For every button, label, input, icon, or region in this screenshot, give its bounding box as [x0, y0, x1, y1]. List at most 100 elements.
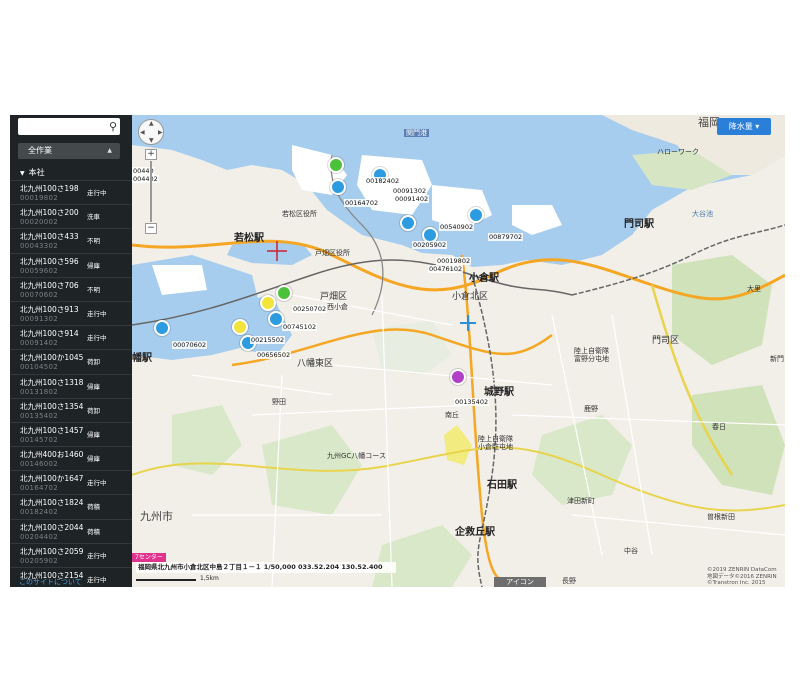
vehicle-id-label: 00164702	[344, 199, 380, 207]
vehicle-marker[interactable]	[328, 157, 344, 173]
place-label-noda: 野田	[272, 398, 286, 406]
vehicle-id-label: 00656502	[256, 351, 292, 359]
vehicle-status: 荷積	[87, 503, 100, 512]
vehicle-sidebar: ⚲ 全作業 ▲ ▼ 本社 北九州100さ198 00019802 走行中 北九州100さ…	[10, 115, 132, 587]
place-label-otaniike: 大谷池	[692, 210, 713, 218]
vehicle-marker[interactable]	[154, 320, 170, 336]
vehicle-status: 走行中	[87, 551, 107, 560]
vehicle-list-item[interactable]: 北九州100さ1457 00145702 帰庫	[10, 421, 132, 446]
place-label-mojiku-ward: 門司区	[652, 336, 680, 346]
vehicle-list-item[interactable]: 北九州100さ433 00043302 不明	[10, 228, 132, 252]
vehicle-id-label: 00215502	[250, 336, 286, 344]
vehicle-status: 荷卸	[87, 358, 100, 367]
vehicle-list-item[interactable]: 北九州100さ596 00059602 帰庫	[10, 252, 132, 277]
vehicle-list-item[interactable]: 北九州100さ914 00091402 走行中	[10, 325, 132, 349]
group-label: 本社	[28, 168, 45, 177]
zoom-slider[interactable]	[150, 161, 152, 222]
vehicle-id-label: 00250702	[292, 305, 328, 313]
search-icon[interactable]: ⚲	[109, 119, 117, 134]
place-label-tobata-ward-office: 戸畑区役所	[315, 249, 350, 257]
vehicle-code: 00164702	[20, 484, 59, 493]
vehicle-status: 帰庫	[87, 261, 100, 270]
vehicle-marker[interactable]	[400, 215, 416, 231]
place-label-shinmoji: 新門	[770, 355, 784, 363]
place-label-wakamatsu-station: 若松駅	[234, 233, 264, 244]
about-site-link[interactable]: このサイトについて	[19, 577, 82, 587]
place-label-kano: 鹿野	[584, 405, 598, 413]
vehicle-name: 北九州400お1460	[20, 450, 84, 460]
place-label-yahatahigashi-ward: 八幡東区	[297, 359, 334, 369]
search-input[interactable]: ⚲	[18, 118, 120, 135]
pan-right-icon[interactable]: ▶	[158, 129, 163, 136]
vehicle-marker[interactable]	[260, 295, 276, 311]
place-label-kokura-camp: 陸上自衛隊 小倉駐屯地	[478, 435, 513, 451]
vehicle-list-item[interactable]: 北九州100さ1318 00131802 帰庫	[10, 373, 132, 398]
pan-left-icon[interactable]: ◀	[140, 129, 145, 136]
vehicle-list-item[interactable]: 北九州100さ200 00020002 洗車	[10, 204, 132, 228]
place-label-kitakyushu-city: 九州市	[140, 510, 173, 523]
zoom-in-button[interactable]: +	[145, 149, 157, 160]
vehicle-code: 00146002	[20, 460, 59, 469]
vehicle-list-item[interactable]: 北九州100さ1824 00182402 荷積	[10, 494, 132, 518]
vehicle-status: 走行中	[87, 334, 107, 343]
vehicle-name: 北九州100さ706	[20, 280, 79, 290]
vehicle-id-label: 00879702	[488, 233, 524, 241]
vehicle-list-item[interactable]: 北九州100さ1354 00135402 荷卸	[10, 397, 132, 422]
place-label-kyushu-gc: 九州GC八幡コース	[327, 452, 386, 460]
map-canvas	[132, 115, 785, 587]
place-label-tobata-ward: 戸畑区	[320, 292, 348, 302]
vehicle-id-label: 00476102	[428, 265, 464, 273]
place-label-sone: 曽根新田	[707, 513, 735, 521]
place-label-wakamatsu-ward-office: 若松区役所	[282, 210, 317, 218]
vehicle-id-label: 00205902	[412, 241, 448, 249]
center-tag: 7センター	[132, 553, 166, 562]
place-label-moji-port: 関門港	[404, 129, 429, 137]
vehicle-list-item[interactable]: 北九州400お1460 00146002 帰庫	[10, 446, 132, 470]
pan-up-icon[interactable]: ▲	[149, 120, 154, 127]
pan-control[interactable]: ▲ ▼ ◀ ▶	[138, 119, 164, 145]
vehicle-list-item[interactable]: 北九州100か1045 00104502 荷卸	[10, 349, 132, 373]
map-view[interactable]: 福岡 関門港 ハローワーク 門司駅 若松駅 若松区役所 小倉駅 戸畑区役所 戸畑…	[132, 115, 785, 587]
vehicle-name: 北九州100さ1354	[20, 401, 84, 411]
vehicle-list-item[interactable]: 北九州100さ2059 00205902 走行中	[10, 542, 132, 567]
pan-down-icon[interactable]: ▼	[149, 137, 154, 144]
chevron-down-icon: ▼	[20, 170, 25, 177]
app-window: ⚲ 全作業 ▲ ▼ 本社 北九州100さ198 00019802 走行中 北九州100さ…	[10, 115, 785, 587]
vehicle-name: 北九州100さ200	[20, 208, 79, 218]
vehicle-marker[interactable]	[330, 179, 346, 195]
vehicle-list-item[interactable]: 北九州100さ2044 00204402 荷積	[10, 518, 132, 543]
vehicle-status: 洗車	[87, 213, 100, 222]
work-filter-select[interactable]: 全作業 ▲	[18, 143, 120, 159]
zoom-out-button[interactable]: −	[145, 223, 157, 234]
vehicle-list-item[interactable]: 北九州100さ198 00019802 走行中	[10, 180, 132, 204]
vehicle-name: 北九州100か1647	[20, 474, 84, 484]
vehicle-code: 00135402	[20, 411, 59, 420]
place-label-ishida-station: 石田駅	[487, 480, 517, 491]
precipitation-dropdown[interactable]: 降水量 ▾	[717, 118, 771, 135]
vehicle-list-item[interactable]: 北九州100さ913 00091302 走行中	[10, 300, 132, 325]
place-label-minamigaoka: 南丘	[445, 411, 459, 419]
vehicle-marker[interactable]	[450, 369, 466, 385]
vehicle-code: 00020002	[20, 218, 59, 227]
vehicle-name: 北九州100さ1457	[20, 425, 84, 435]
vehicle-list-item[interactable]: 北九州100か1647 00164702 走行中	[10, 470, 132, 494]
vehicle-name: 北九州100さ914	[20, 329, 79, 339]
vehicle-marker[interactable]	[276, 285, 292, 301]
vehicle-name: 北九州100さ433	[20, 232, 79, 242]
vehicle-id-label: 00182402	[365, 177, 401, 185]
copyright-line: ©Transtron Inc. 2015	[707, 580, 766, 586]
vehicle-code: 00205902	[20, 556, 59, 565]
vehicle-code: 00043302	[20, 242, 59, 251]
vehicle-marker[interactable]	[468, 207, 484, 223]
icon-tab[interactable]: アイコン	[494, 577, 546, 587]
vehicle-id-label: 00091302	[392, 187, 428, 195]
place-label-jieitai: 陸上自衛隊 富野分屯地	[574, 347, 609, 363]
vehicle-id-label: 00070602	[172, 341, 208, 349]
vehicle-status: 不明	[87, 285, 100, 294]
vehicle-status: 走行中	[87, 189, 107, 197]
group-header[interactable]: ▼ 本社	[20, 167, 45, 179]
vehicle-marker[interactable]	[232, 319, 248, 335]
vehicle-list-item[interactable]: 北九州100さ706 00070602 不明	[10, 276, 132, 301]
place-label-mojiku-station: 門司駅	[624, 219, 654, 230]
vehicle-id-label: 004402	[132, 175, 159, 183]
